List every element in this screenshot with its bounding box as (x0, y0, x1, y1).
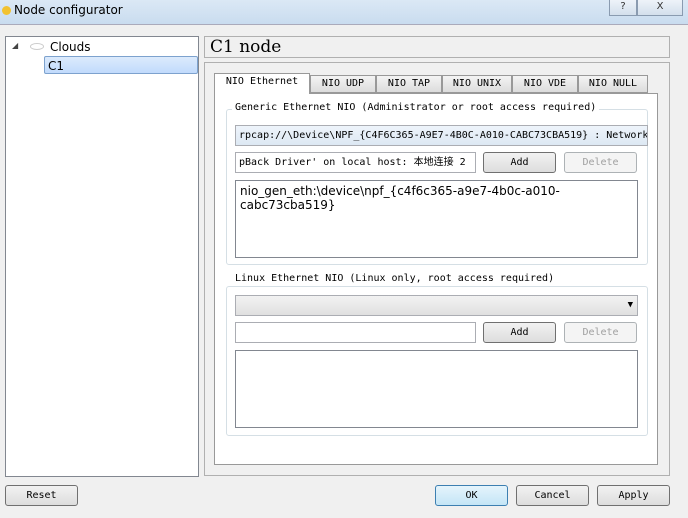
reset-button[interactable]: Reset (5, 485, 78, 506)
apply-button[interactable]: Apply (597, 485, 670, 506)
window-title: Node configurator (14, 3, 123, 17)
expand-arrow-icon[interactable]: ◢ (12, 41, 18, 50)
linux-ethernet-label: Linux Ethernet NIO (Linux only, root acc… (232, 273, 558, 284)
linux-add-button[interactable]: Add (483, 322, 556, 343)
tab-nio-vde[interactable]: NIO VDE (512, 75, 578, 93)
close-button[interactable]: X (637, 0, 683, 16)
page-title: C1 node (204, 36, 670, 58)
generic-interface-combo[interactable]: rpcap://\Device\NPF_{C4F6C365-A9E7-4B0C-… (235, 125, 648, 146)
tree-item-clouds[interactable]: Clouds (50, 38, 91, 56)
app-icon (2, 6, 11, 15)
help-button[interactable]: ? (609, 0, 637, 16)
tab-nio-ethernet[interactable]: NIO Ethernet (214, 73, 310, 94)
title-bar: Node configurator ? X (0, 0, 688, 24)
linux-delete-button[interactable]: Delete (564, 322, 637, 343)
generic-add-button[interactable]: Add (483, 152, 556, 173)
tree-item-c1[interactable]: C1 (44, 56, 198, 74)
generic-delete-button[interactable]: Delete (564, 152, 637, 173)
tab-nio-tap[interactable]: NIO TAP (376, 75, 442, 93)
tab-nio-unix[interactable]: NIO UNIX (442, 75, 512, 93)
dropdown-arrow-icon: ▼ (627, 300, 633, 310)
node-tree[interactable]: ◢ Clouds C1 (5, 36, 199, 477)
tab-nio-udp[interactable]: NIO UDP (310, 75, 376, 93)
cancel-button[interactable]: Cancel (516, 485, 589, 506)
generic-ethernet-label: Generic Ethernet NIO (Administrator or r… (232, 102, 600, 113)
tab-nio-null[interactable]: NIO NULL (578, 75, 648, 93)
list-item[interactable]: nio_gen_eth:\device\npf_{c4f6c365-a9e7-4… (236, 181, 637, 215)
ok-button[interactable]: OK (435, 485, 508, 506)
linux-interface-combo[interactable]: ▼ (235, 295, 638, 316)
linux-interface-input[interactable] (235, 322, 476, 343)
cloud-icon (30, 43, 44, 50)
generic-nio-list[interactable]: nio_gen_eth:\device\npf_{c4f6c365-a9e7-4… (235, 180, 638, 258)
generic-interface-input[interactable]: pBack Driver' on local host: 本地连接 2 (235, 152, 476, 173)
linux-nio-list[interactable] (235, 350, 638, 428)
